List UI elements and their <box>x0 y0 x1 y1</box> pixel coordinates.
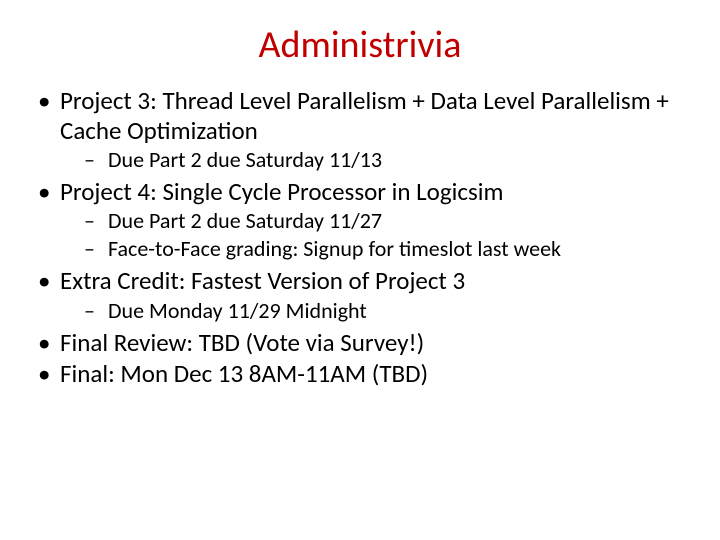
list-item: Due Monday 11/29 Midnight <box>60 298 688 324</box>
bullet-list: Project 3: Thread Level Parallelism + Da… <box>32 86 688 389</box>
bullet-text: Extra Credit: Fastest Version of Project… <box>60 265 465 296</box>
sub-list: Due Part 2 due Saturday 11/13 <box>60 147 688 173</box>
list-item: Due Part 2 due Saturday 11/13 <box>60 147 688 173</box>
sub-bullet-text: Due Monday 11/29 Midnight <box>108 297 367 324</box>
slide: Administrivia Project 3: Thread Level Pa… <box>0 22 720 540</box>
bullet-text: Final: Mon Dec 13 8AM-11AM (TBD) <box>60 358 428 389</box>
slide-content: Project 3: Thread Level Parallelism + Da… <box>0 86 720 389</box>
list-item: Final: Mon Dec 13 8AM-11AM (TBD) <box>32 359 688 389</box>
bullet-text: Project 3: Thread Level Parallelism + Da… <box>60 85 669 146</box>
list-item: Face-to-Face grading: Signup for timeslo… <box>60 236 688 262</box>
sub-bullet-text: Due Part 2 due Saturday 11/13 <box>108 146 382 173</box>
list-item: Extra Credit: Fastest Version of Project… <box>32 266 688 323</box>
sub-list: Due Monday 11/29 Midnight <box>60 298 688 324</box>
bullet-text: Project 4: Single Cycle Processor in Log… <box>60 176 503 207</box>
sub-list: Due Part 2 due Saturday 11/27 Face-to-Fa… <box>60 208 688 262</box>
sub-bullet-text: Due Part 2 due Saturday 11/27 <box>108 207 382 234</box>
list-item: Project 3: Thread Level Parallelism + Da… <box>32 86 688 173</box>
list-item: Due Part 2 due Saturday 11/27 <box>60 208 688 234</box>
bullet-text: Final Review: TBD (Vote via Survey!) <box>60 327 424 358</box>
list-item: Final Review: TBD (Vote via Survey!) <box>32 328 688 358</box>
sub-bullet-text: Face-to-Face grading: Signup for timeslo… <box>108 235 561 262</box>
list-item: Project 4: Single Cycle Processor in Log… <box>32 177 688 262</box>
slide-title: Administrivia <box>0 22 720 68</box>
